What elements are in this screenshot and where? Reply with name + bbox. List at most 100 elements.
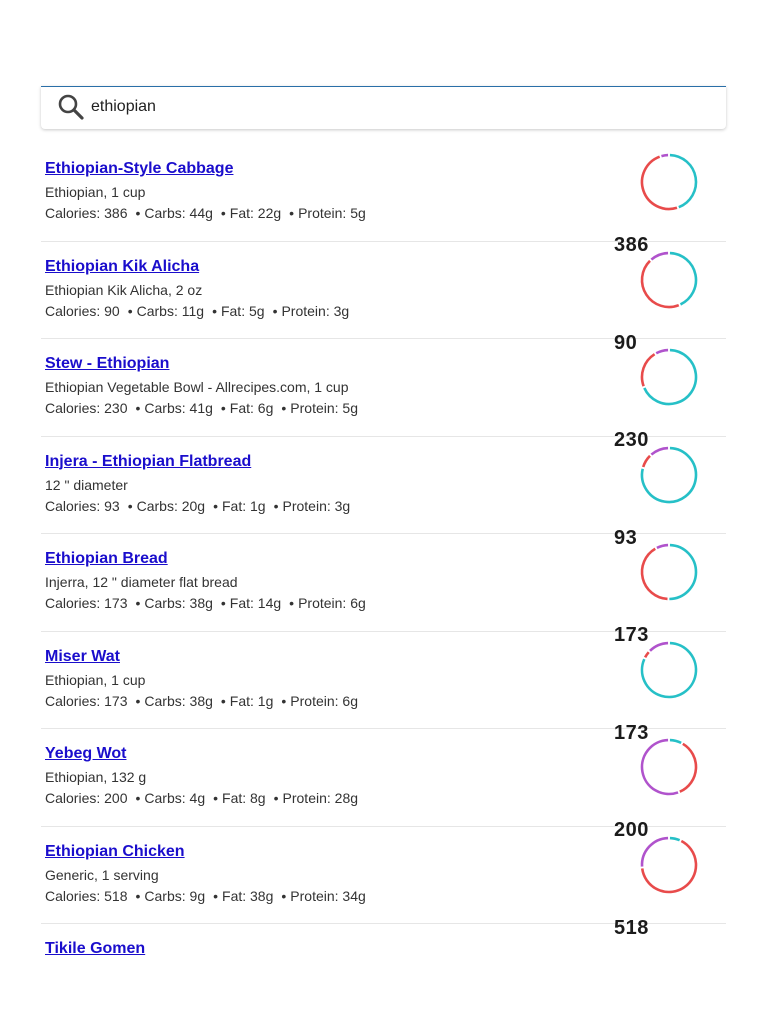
bullet-separator: • (281, 400, 287, 416)
result-title-link[interactable]: Ethiopian Chicken (45, 843, 185, 861)
result-description: Injerra, 12 " diameter flat bread (45, 574, 238, 590)
carbs-text: Carbs: 44g (144, 205, 213, 221)
ring-segment-fat (640, 839, 698, 893)
bullet-separator: • (273, 497, 279, 514)
bullet-separator: • (281, 887, 287, 904)
search-icon[interactable] (57, 93, 85, 121)
fat-text: Fat: 38g (222, 887, 274, 904)
carbs-text: Carbs: 38g (144, 595, 213, 611)
macro-ring-chart (640, 153, 698, 211)
protein-text: Protein: 5g (290, 400, 359, 416)
carbs-text: Carbs: 11g (136, 302, 205, 319)
result-nutrition: Calories: 386 • Carbs: 44g • Fat: 22g • Protei… (45, 205, 368, 221)
fat-text: Fat: 5g (220, 302, 265, 319)
ring-segment-carbs (669, 738, 682, 745)
result-nutrition: Calories: 200 • Carbs: 4g • Fat: 8g • Protein:… (45, 790, 360, 806)
ring-segment-protein (650, 251, 669, 261)
bullet-separator: • (289, 595, 295, 611)
result-nutrition: Calories: 173 • Carbs: 38g • Fat: 1g • Protein… (45, 693, 360, 709)
result-description: Ethiopian, 1 cup (45, 184, 146, 200)
list-item[interactable]: Tikile Gomen (41, 924, 726, 1022)
result-title-link[interactable]: Ethiopian Kik Alicha (45, 258, 199, 276)
macro-ring-chart (640, 348, 698, 406)
list-item[interactable]: Yebeg Wot Ethiopian, 132 g Calories: 200 • C… (41, 729, 726, 841)
bullet-separator: • (220, 400, 226, 416)
result-title-link[interactable]: Tikile Gomen (45, 940, 145, 958)
calories-text: Calories: 173 (45, 595, 128, 611)
list-item[interactable]: Ethiopian Kik Alicha Ethiopian Kik Alicha… (41, 242, 726, 354)
ring-segment-protein (661, 153, 669, 158)
macro-ring-chart (640, 543, 698, 601)
ring-segment-protein (656, 543, 669, 550)
result-description: Generic, 1 serving (45, 866, 159, 883)
ring-segment-protein (640, 738, 679, 796)
result-title-link[interactable]: Stew - Ethiopian (45, 355, 169, 373)
bullet-separator: • (213, 497, 218, 514)
list-item[interactable]: Ethiopian Chicken Generic, 1 serving Calor… (41, 827, 726, 939)
search-input[interactable] (91, 93, 691, 121)
ring-segment-carbs (669, 836, 681, 841)
ring-segment-carbs (640, 641, 698, 698)
fat-text: Fat: 22g (229, 205, 282, 221)
bullet-separator: • (135, 790, 141, 806)
result-title-link[interactable]: Ethiopian-Style Cabbage (45, 160, 233, 178)
bullet-separator: • (127, 497, 133, 514)
calories-text: Calories: 386 (45, 205, 128, 221)
search-bar[interactable] (41, 86, 726, 129)
ring-segment-fat (679, 742, 698, 793)
protein-text: Protein: 34g (290, 887, 366, 904)
result-nutrition: Calories: 93 • Carbs: 20g • Fat: 1g • Protein:… (45, 498, 352, 514)
ring-segment-carbs (669, 543, 698, 601)
result-description: Ethiopian, 1 cup (45, 671, 146, 688)
protein-text: Protein: 3g (282, 497, 351, 514)
fat-text: Fat: 6g (229, 400, 274, 416)
list-item[interactable]: Ethiopian Bread Injerra, 12 " diameter fl… (41, 534, 726, 646)
calories-text: Calories: 200 (45, 790, 128, 806)
result-title-link[interactable]: Yebeg Wot (45, 745, 127, 763)
fat-text: Fat: 14g (229, 595, 282, 611)
calories-text: Calories: 230 (45, 400, 128, 416)
result-title-link[interactable]: Miser Wat (45, 648, 120, 666)
list-item[interactable]: Ethiopian-Style Cabbage Ethiopian, 1 cup C… (41, 144, 726, 256)
result-description: Ethiopian Kik Alicha, 2 oz (45, 281, 203, 298)
carbs-text: Carbs: 9g (144, 887, 206, 904)
protein-text: Protein: 6g (298, 595, 366, 611)
result-title-link[interactable]: Injera - Ethiopian Flatbread (45, 453, 251, 471)
bullet-separator: • (213, 887, 219, 904)
result-description: Ethiopian Vegetable Bowl - Allrecipes.co… (45, 379, 349, 395)
ring-segment-fat (641, 454, 651, 467)
bullet-separator: • (213, 790, 219, 806)
ring-segment-fat (640, 353, 656, 387)
list-item[interactable]: Miser Wat Ethiopian, 1 cup Calories: 173 • C… (41, 632, 726, 744)
fat-text: Fat: 1g (222, 497, 266, 514)
result-description: Ethiopian, 132 g (45, 769, 147, 785)
bullet-separator: • (289, 205, 295, 221)
bullet-separator: • (127, 302, 133, 319)
result-nutrition: Calories: 173 • Carbs: 38g • Fat: 14g • Protei… (45, 595, 368, 611)
calories-text: Calories: 518 (45, 887, 128, 904)
ring-segment-protein (650, 446, 669, 456)
bullet-separator: • (220, 205, 226, 221)
carbs-text: Carbs: 4g (144, 790, 206, 806)
list-item[interactable]: Stew - Ethiopian Ethiopian Vegetable Bowl… (41, 339, 726, 451)
macro-ring-chart (640, 641, 698, 698)
ring-segment-fat (640, 259, 680, 308)
bullet-separator: • (135, 400, 141, 416)
ring-segment-protein (649, 641, 669, 652)
result-nutrition: Calories: 90 • Carbs: 11g • Fat: 5g • Protein:… (45, 303, 351, 319)
result-description: 12 " diameter (45, 476, 128, 493)
carbs-text: Carbs: 20g (136, 497, 206, 514)
carbs-text: Carbs: 41g (144, 400, 213, 416)
result-nutrition: Calories: 230 • Carbs: 41g • Fat: 6g • Protein… (45, 400, 360, 416)
bullet-separator: • (135, 692, 141, 709)
fat-text: Fat: 1g (229, 692, 274, 709)
bullet-separator: • (212, 302, 217, 319)
calories-text: Calories: 93 (45, 497, 120, 514)
macro-ring-chart (640, 836, 698, 893)
bullet-separator: • (273, 790, 279, 806)
macro-ring-chart (640, 446, 698, 503)
calories-text: Calories: 90 (45, 302, 120, 319)
list-item[interactable]: Injera - Ethiopian Flatbread 12 " diamete… (41, 437, 726, 549)
result-title-link[interactable]: Ethiopian Bread (45, 550, 168, 568)
ring-segment-carbs (669, 251, 698, 306)
